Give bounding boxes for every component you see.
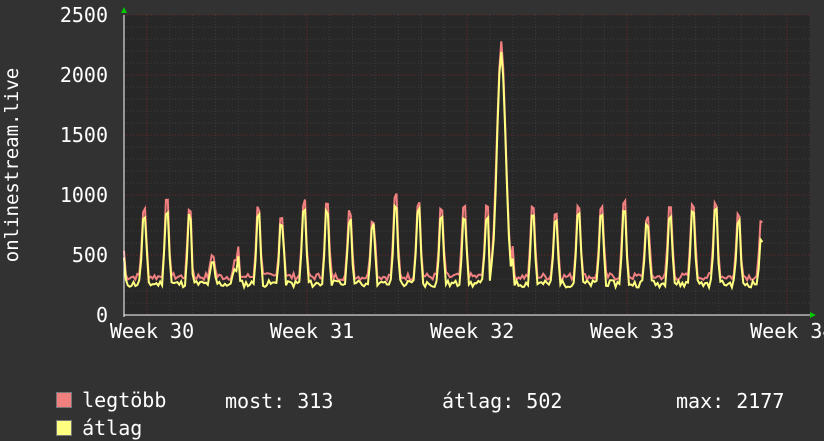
y-tick-label: 0 xyxy=(96,303,108,327)
x-tick-label: Week 34 xyxy=(750,319,824,343)
y-tick-label: 1000 xyxy=(60,183,108,207)
x-tick-label: Week 32 xyxy=(430,319,514,343)
legend-item-avg: átlag xyxy=(32,389,142,441)
x-tick-label: Week 31 xyxy=(270,319,354,343)
legend-label-avg: átlag xyxy=(82,416,143,440)
y-tick-label: 1500 xyxy=(60,123,108,147)
x-tick-label: Week 33 xyxy=(590,319,674,343)
y-tick-label: 2000 xyxy=(60,63,108,87)
y-tick-label: 2500 xyxy=(60,3,108,27)
stat-max: max: 2177 xyxy=(676,389,785,413)
y-axis-ticks: 0 500 1000 1500 2000 2500 xyxy=(60,3,108,327)
y-axis-arrow-icon xyxy=(121,7,127,13)
x-tick-label: Week 30 xyxy=(110,319,194,343)
stat-avg: átlag: 502 xyxy=(442,389,563,413)
x-axis-arrow-icon xyxy=(810,312,816,318)
y-tick-label: 500 xyxy=(72,243,108,267)
y-axis-label: onlinestream.live xyxy=(1,68,23,262)
legend-swatch-avg xyxy=(56,420,73,436)
stat-now: most: 313 xyxy=(225,389,334,413)
x-axis-ticks: Week 30 Week 31 Week 32 Week 33 Week 34 xyxy=(110,319,824,343)
